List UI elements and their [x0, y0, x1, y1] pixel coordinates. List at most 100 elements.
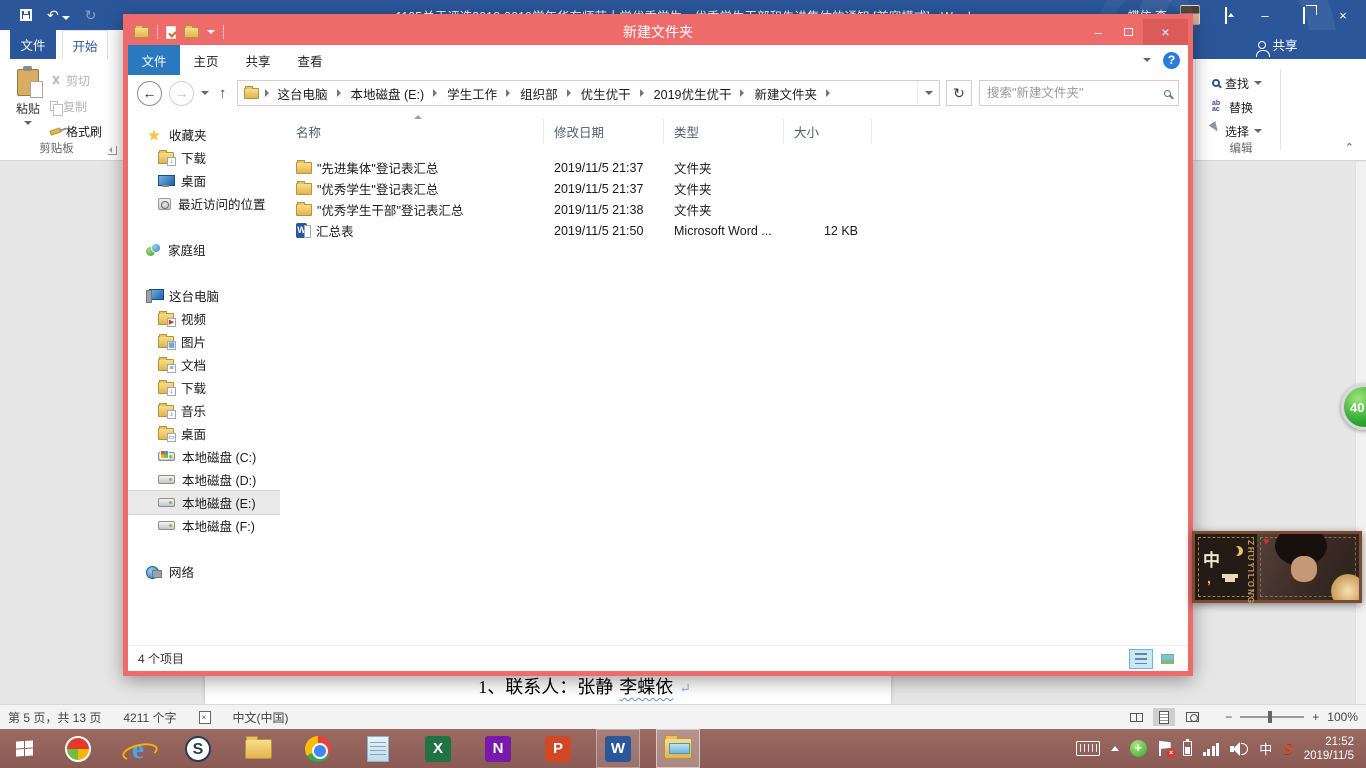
- properties-icon[interactable]: [166, 26, 176, 39]
- taskbar-onenote[interactable]: [476, 729, 520, 768]
- taskbar-internet-explorer[interactable]: e: [116, 729, 160, 768]
- word-count[interactable]: 4211 个字: [123, 709, 176, 726]
- details-view-button[interactable]: [1130, 650, 1152, 668]
- save-icon[interactable]: [20, 9, 32, 21]
- 360-safety-icon[interactable]: [1130, 740, 1147, 757]
- touch-keyboard-icon[interactable]: [1076, 741, 1100, 756]
- document-text-line[interactable]: 1、联系人：张静 李蝶依 ↵: [478, 673, 691, 699]
- word-tab-home[interactable]: 开始: [62, 30, 108, 59]
- sidebar-item-drive-d[interactable]: 本地磁盘 (D:): [128, 468, 280, 491]
- word-scrollbar[interactable]: [1355, 162, 1366, 704]
- explorer-tab-share[interactable]: 共享: [232, 45, 284, 75]
- sidebar-item-drive-c[interactable]: 本地磁盘 (C:): [128, 445, 280, 468]
- action-center-flag-icon[interactable]: ×: [1158, 741, 1172, 756]
- proofing-icon[interactable]: [199, 711, 211, 724]
- sidebar-item-desktop[interactable]: 桌面: [128, 169, 280, 192]
- sidebar-item-documents[interactable]: ≡文档: [128, 353, 280, 376]
- sidebar-item-favorites[interactable]: ★收藏夹: [128, 123, 280, 146]
- file-row[interactable]: "优秀学生"登记表汇总 2019/11/5 21:37 文件夹: [286, 178, 1188, 199]
- word-minimize-button[interactable]: –: [1252, 8, 1278, 23]
- read-mode-button[interactable]: [1125, 708, 1147, 726]
- ime-skin-banner[interactable]: 中 , ZHUYILONG ♥ ♥: [1192, 531, 1362, 603]
- sidebar-item-homegroup[interactable]: 家庭组: [128, 238, 280, 261]
- explorer-maximize-button[interactable]: [1113, 19, 1143, 45]
- search-box[interactable]: [979, 80, 1179, 106]
- sidebar-item-drive-e[interactable]: 本地磁盘 (E:): [128, 491, 280, 514]
- print-layout-button[interactable]: [1153, 708, 1175, 726]
- taskbar-word[interactable]: [596, 729, 640, 768]
- show-hidden-icons[interactable]: [1111, 746, 1119, 751]
- volume-icon[interactable]: [1230, 742, 1248, 756]
- file-row[interactable]: 汇总表 2019/11/5 21:50 Microsoft Word ... 1…: [286, 220, 1188, 241]
- ribbon-display-options-icon[interactable]: [1213, 8, 1239, 23]
- address-bar[interactable]: 这台电脑 本地磁盘 (E:) 学生工作 组织部 优生优干 2019优生优干 新建…: [237, 80, 941, 106]
- column-type[interactable]: 类型: [664, 119, 784, 143]
- explorer-minimize-button[interactable]: –: [1083, 19, 1113, 45]
- search-icon[interactable]: [1164, 90, 1171, 97]
- help-icon[interactable]: [1163, 52, 1180, 69]
- search-input[interactable]: [987, 86, 1158, 100]
- taskbar-sogou-browser[interactable]: [176, 729, 220, 768]
- breadcrumb-org-dept[interactable]: 组织部: [516, 81, 575, 105]
- large-icons-view-button[interactable]: [1156, 650, 1178, 668]
- address-dropdown-icon[interactable]: [917, 81, 939, 105]
- column-size[interactable]: 大小: [784, 119, 872, 143]
- breadcrumb-new-folder[interactable]: 新建文件夹: [750, 81, 834, 105]
- web-layout-button[interactable]: [1181, 708, 1203, 726]
- sidebar-item-pictures[interactable]: ▦图片: [128, 330, 280, 353]
- page-indicator[interactable]: 第 5 页，共 13 页: [8, 709, 101, 726]
- find-button[interactable]: 查找: [1212, 73, 1262, 93]
- taskbar-sogou-pinwheel[interactable]: [56, 729, 100, 768]
- sidebar-item-network[interactable]: 网络: [128, 560, 280, 583]
- start-button[interactable]: [0, 729, 48, 768]
- zoom-level[interactable]: 100%: [1327, 710, 1358, 724]
- sogou-ime-icon[interactable]: [1283, 739, 1292, 759]
- file-row[interactable]: "先进集体"登记表汇总 2019/11/5 21:37 文件夹: [286, 157, 1188, 178]
- breadcrumb-this-pc[interactable]: 这台电脑: [261, 81, 345, 105]
- sidebar-item-downloads[interactable]: ↓下载: [128, 146, 280, 169]
- forward-button[interactable]: →: [169, 81, 194, 106]
- sidebar-item-music[interactable]: ♪音乐: [128, 399, 280, 422]
- sidebar-item-downloads-pc[interactable]: ↓下载: [128, 376, 280, 399]
- taskbar-folder[interactable]: [236, 729, 280, 768]
- copy-button[interactable]: 复制: [50, 96, 87, 116]
- taskbar-excel[interactable]: [416, 729, 460, 768]
- taskbar-notepad[interactable]: [356, 729, 400, 768]
- collapse-ribbon-icon[interactable]: ⌃: [1345, 141, 1354, 154]
- refresh-button[interactable]: ↻: [946, 80, 972, 106]
- redo-icon[interactable]: ↻: [85, 8, 97, 22]
- undo-icon[interactable]: ↶: [47, 8, 70, 22]
- replace-button[interactable]: 替换: [1212, 97, 1253, 117]
- sidebar-item-drive-f[interactable]: 本地磁盘 (F:): [128, 514, 280, 537]
- paste-button[interactable]: 粘贴: [10, 67, 46, 151]
- explorer-titlebar[interactable]: 新建文件夹 – ×: [128, 19, 1188, 45]
- zoom-out-button[interactable]: −: [1225, 710, 1232, 724]
- explorer-tab-file[interactable]: 文件: [128, 45, 180, 75]
- sidebar-item-desktop-pc[interactable]: ▭桌面: [128, 422, 280, 445]
- sidebar-item-this-pc[interactable]: 这台电脑: [128, 284, 280, 307]
- breadcrumb-drive-e[interactable]: 本地磁盘 (E:): [347, 81, 442, 105]
- sidebar-item-videos[interactable]: ▶视频: [128, 307, 280, 330]
- sidebar-item-recent-places[interactable]: 最近访问的位置: [128, 192, 280, 215]
- new-folder-icon[interactable]: [184, 27, 199, 38]
- recent-locations-icon[interactable]: [201, 91, 209, 95]
- network-signal-icon[interactable]: [1203, 742, 1220, 756]
- format-painter-button[interactable]: 格式刷: [50, 121, 102, 141]
- column-date[interactable]: 修改日期: [544, 119, 664, 143]
- clock[interactable]: 21:52 2019/11/5: [1304, 735, 1358, 763]
- up-button[interactable]: ↑: [216, 85, 230, 102]
- explorer-close-button[interactable]: ×: [1143, 19, 1188, 45]
- ime-language-indicator[interactable]: 中: [1259, 739, 1272, 758]
- file-row[interactable]: "优秀学生干部"登记表汇总 2019/11/5 21:38 文件夹: [286, 199, 1188, 220]
- expand-ribbon-icon[interactable]: [1143, 58, 1151, 62]
- explorer-tab-view[interactable]: 查看: [284, 45, 336, 75]
- explorer-tab-home[interactable]: 主页: [180, 45, 232, 75]
- zoom-in-button[interactable]: +: [1312, 710, 1319, 724]
- language-indicator[interactable]: 中文(中国): [233, 709, 289, 726]
- breadcrumb-yousheng[interactable]: 优生优干: [577, 81, 648, 105]
- battery-icon[interactable]: [1183, 741, 1192, 756]
- zoom-slider[interactable]: [1240, 716, 1304, 718]
- word-close-button[interactable]: ×: [1330, 8, 1356, 23]
- taskbar-chrome[interactable]: [296, 729, 340, 768]
- select-button[interactable]: 选择: [1212, 121, 1262, 141]
